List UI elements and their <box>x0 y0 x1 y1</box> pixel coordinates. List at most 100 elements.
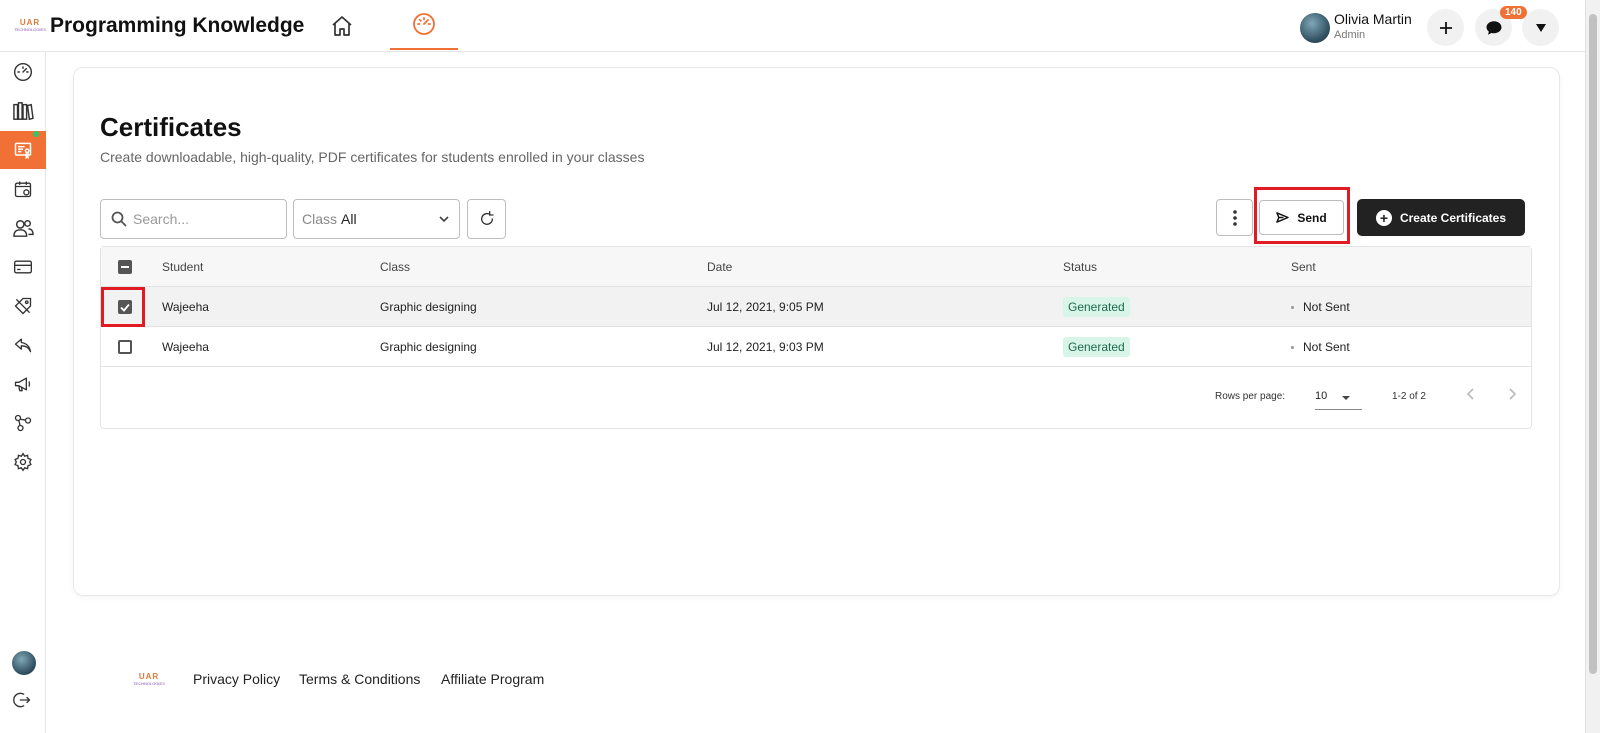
status-badge: Generated <box>1063 297 1130 317</box>
megaphone-icon <box>14 377 31 392</box>
search-input[interactable] <box>133 211 273 227</box>
dashboard-icon <box>13 62 33 82</box>
user-avatar[interactable] <box>1300 13 1330 43</box>
caret-down-icon <box>1535 23 1546 32</box>
cell-class: Graphic designing <box>380 340 477 354</box>
cell-sent: Not Sent <box>1291 327 1350 367</box>
add-button[interactable] <box>1427 9 1464 46</box>
refresh-icon <box>480 211 494 225</box>
sent-status-text: Not Sent <box>1303 340 1350 354</box>
settings-icon <box>14 452 32 472</box>
pagination-range: 1-2 of 2 <box>1392 391 1426 402</box>
sidebar-item-settings[interactable] <box>0 443 46 481</box>
user-role: Admin <box>1334 29 1366 41</box>
column-header-sent[interactable]: Sent <box>1291 247 1316 287</box>
sidebar-item-payments[interactable] <box>0 248 46 286</box>
send-button[interactable]: Send <box>1259 200 1344 235</box>
calendar-icon <box>14 181 32 198</box>
sidebar-avatar[interactable] <box>12 651 36 675</box>
cell-student: Wajeeha <box>162 340 209 354</box>
page-scrollbar[interactable] <box>1585 0 1600 733</box>
affiliate-program-link[interactable]: Affiliate Program <box>441 671 544 687</box>
footer-logo-text-main: UAR <box>138 672 160 681</box>
top-bar: UAR TECHNOLOGIES Programming Knowledge O… <box>0 0 1585 52</box>
sidebar-item-integrations[interactable] <box>0 404 46 442</box>
table-header: Student Class Date Status Sent <box>101 247 1531 287</box>
certificates-table: Student Class Date Status Sent Wajeeha G… <box>100 246 1532 429</box>
send-icon <box>1276 212 1290 223</box>
cell-class: Graphic designing <box>380 300 477 314</box>
page-subtitle: Create downloadable, high-quality, PDF c… <box>100 149 645 165</box>
more-options-button[interactable] <box>1216 199 1253 236</box>
logout-button[interactable] <box>12 690 32 715</box>
sidebar <box>0 52 46 733</box>
class-filter-select[interactable]: Class All <box>293 199 460 239</box>
sidebar-item-users[interactable] <box>0 209 46 247</box>
chevron-right-icon <box>1509 388 1517 400</box>
search-icon <box>111 211 127 227</box>
cell-status: Generated <box>1063 287 1130 327</box>
sidebar-item-dashboard[interactable] <box>0 53 46 91</box>
sidebar-item-coupons[interactable] <box>0 287 46 325</box>
search-field[interactable] <box>100 199 287 239</box>
sidebar-item-announcements[interactable] <box>0 365 46 403</box>
status-badge: Generated <box>1063 337 1130 357</box>
sidebar-item-certificates[interactable] <box>0 131 46 169</box>
refresh-button[interactable] <box>467 199 506 239</box>
company-logo[interactable]: UAR TECHNOLOGIES <box>12 18 48 36</box>
table-pagination: Rows per page: 10 1-2 of 2 <box>101 367 1531 429</box>
chevron-down-icon <box>439 216 449 223</box>
coupon-icon <box>14 297 32 315</box>
account-menu-button[interactable] <box>1522 9 1559 46</box>
notification-dot <box>33 131 39 137</box>
users-icon <box>13 220 34 237</box>
column-header-date[interactable]: Date <box>707 247 732 287</box>
certificates-icon <box>14 142 32 160</box>
column-header-status[interactable]: Status <box>1063 247 1097 287</box>
footer-logo-text-sub: TECHNOLOGIES <box>133 681 165 686</box>
cell-sent: Not Sent <box>1291 287 1350 327</box>
plus-icon <box>1439 21 1452 34</box>
previous-page-button[interactable] <box>1466 387 1476 406</box>
select-all-checkbox[interactable] <box>118 260 132 274</box>
class-filter-label: Class <box>302 211 338 227</box>
page-title: Certificates <box>100 112 242 142</box>
logo-text-main: UAR <box>19 18 41 27</box>
kebab-menu-icon <box>1232 209 1237 226</box>
home-icon <box>332 16 352 36</box>
user-name[interactable]: Olivia Martin <box>1334 11 1412 27</box>
rows-per-page-label: Rows per page: <box>1215 391 1286 402</box>
checkbox-highlight-box <box>101 287 145 327</box>
table-row[interactable]: Wajeeha Graphic designing Jul 12, 2021, … <box>101 327 1531 367</box>
speedometer-icon <box>413 13 435 35</box>
create-certificates-button[interactable]: + Create Certificates <box>1357 199 1525 236</box>
scrollbar-thumb[interactable] <box>1589 14 1597 674</box>
sidebar-item-replies[interactable] <box>0 326 46 364</box>
cell-student: Wajeeha <box>162 300 209 314</box>
next-page-button[interactable] <box>1507 387 1517 406</box>
cell-date: Jul 12, 2021, 9:03 PM <box>707 340 824 354</box>
sent-status-text: Not Sent <box>1303 300 1350 314</box>
nav-dashboard[interactable] <box>390 0 458 50</box>
library-icon <box>13 102 34 121</box>
class-filter-value: All <box>341 211 357 227</box>
integrations-icon <box>14 414 32 432</box>
rows-per-page-select[interactable]: 10 <box>1315 386 1362 410</box>
send-button-label: Send <box>1297 210 1327 225</box>
chevron-left-icon <box>1466 388 1474 400</box>
column-header-class[interactable]: Class <box>380 247 410 287</box>
reply-icon <box>14 338 32 353</box>
logout-icon <box>13 692 31 708</box>
sidebar-item-calendar[interactable] <box>0 170 46 208</box>
column-header-student[interactable]: Student <box>162 247 203 287</box>
nav-home[interactable] <box>330 14 356 40</box>
rows-per-page-value: 10 <box>1315 390 1328 402</box>
table-row[interactable]: Wajeeha Graphic designing Jul 12, 2021, … <box>101 287 1531 327</box>
row-checkbox[interactable] <box>118 340 132 354</box>
footer-logo[interactable]: UAR TECHNOLOGIES <box>130 672 168 692</box>
privacy-policy-link[interactable]: Privacy Policy <box>193 671 280 687</box>
logo-text-sub: TECHNOLOGIES <box>14 27 46 32</box>
terms-conditions-link[interactable]: Terms & Conditions <box>299 671 420 687</box>
sidebar-item-library[interactable] <box>0 92 46 130</box>
cell-status: Generated <box>1063 327 1130 367</box>
